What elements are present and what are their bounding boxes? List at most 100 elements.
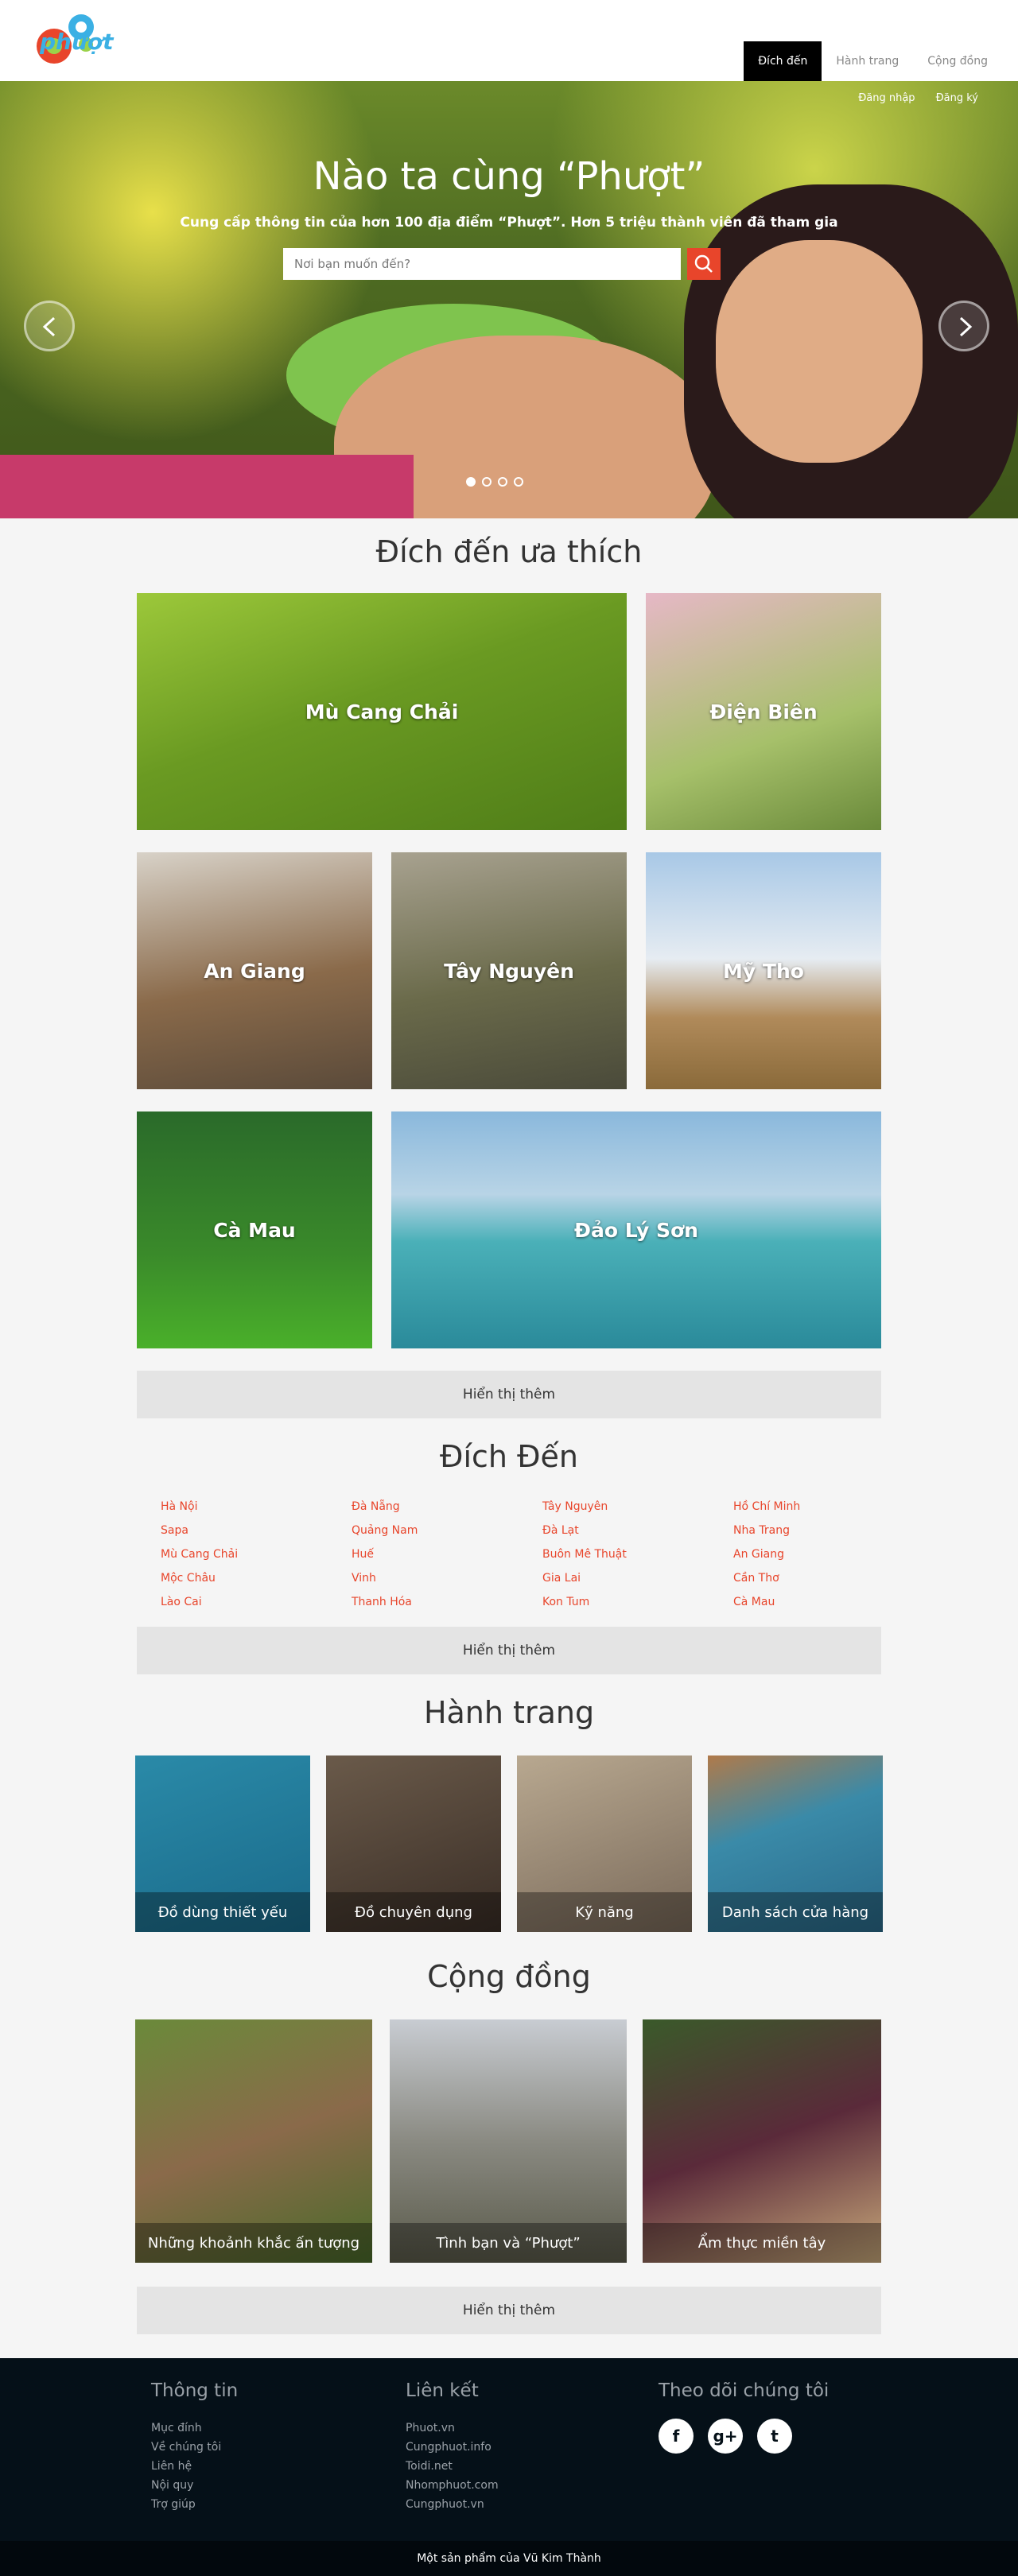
tile-label: Điện Biên (709, 700, 818, 724)
tile-label: An Giang (204, 959, 305, 983)
tile-caption: Tình bạn và “Phượt” (390, 2223, 627, 2263)
tile-an-giang[interactable]: An Giang (137, 852, 372, 1089)
tile-essentials[interactable]: Đồ dùng thiết yếu (135, 1755, 310, 1932)
footer-link[interactable]: Toidi.net (406, 2457, 499, 2476)
search-icon (694, 254, 713, 273)
tile-skills[interactable]: Kỹ năng (517, 1755, 692, 1932)
tile-tay-nguyen[interactable]: Tây Nguyên (391, 852, 627, 1089)
footer-link[interactable]: Nhomphuot.com (406, 2476, 499, 2495)
twitter-icon[interactable]: t (757, 2419, 792, 2454)
carousel-prev-button[interactable] (24, 301, 75, 351)
destination-link[interactable]: Kon Tum (542, 1590, 627, 1614)
tile-my-tho[interactable]: Mỹ Tho (646, 852, 881, 1089)
tile-label: Tây Nguyên (444, 959, 574, 983)
destination-link[interactable]: Huế (352, 1542, 418, 1566)
destination-link[interactable]: Tây Nguyên (542, 1495, 627, 1519)
footer-links-title: Liên kết (406, 2380, 479, 2401)
tile-dien-bien[interactable]: Điện Biên (646, 593, 881, 830)
tile-caption: Những khoảnh khắc ấn tượng (135, 2223, 372, 2263)
destination-link[interactable]: Buôn Mê Thuật (542, 1542, 627, 1566)
login-link[interactable]: Đăng nhập (858, 92, 915, 104)
footer-link[interactable]: Về chúng tôi (151, 2438, 238, 2457)
footer-follow-title: Theo dõi chúng tôi (659, 2380, 830, 2401)
destination-link[interactable]: Hà Nội (161, 1495, 238, 1519)
tile-specialized-gear[interactable]: Đồ chuyên dụng (326, 1755, 501, 1932)
destination-link[interactable]: Đà Lạt (542, 1519, 627, 1542)
footer-link[interactable]: Cungphuot.info (406, 2438, 499, 2457)
gear-title: Hành trang (423, 1695, 595, 1730)
footer-credit: Một sản phẩm của Vũ Kim Thành (0, 2541, 1018, 2576)
tile-label: Cà Mau (213, 1218, 296, 1242)
destinations-show-more-button[interactable]: Hiển thị thêm (137, 1627, 881, 1674)
search-input[interactable] (283, 248, 681, 280)
nav-dich-den[interactable]: Đích đến (744, 41, 822, 81)
destination-link[interactable]: Thanh Hóa (352, 1590, 418, 1614)
footer-info-column: Thông tin Mục đính Về chúng tôi Liên hệ … (151, 2380, 238, 2514)
tile-friendship[interactable]: Tình bạn và “Phượt” (390, 2019, 627, 2263)
carousel-dot[interactable] (498, 477, 507, 487)
hero-title: Nào ta cùng “Phượt” (313, 154, 705, 199)
destination-link[interactable]: Lào Cai (161, 1590, 238, 1614)
favorites-show-more-button[interactable]: Hiển thị thêm (137, 1371, 881, 1418)
carousel-indicators (466, 477, 523, 487)
destinations-column: Đà Nẵng Quảng Nam Huế Vinh Thanh Hóa (352, 1495, 418, 1614)
register-link[interactable]: Đăng ký (936, 92, 978, 104)
carousel-dot[interactable] (466, 477, 476, 487)
search-button[interactable] (687, 248, 721, 280)
footer-link[interactable]: Cungphuot.vn (406, 2495, 499, 2514)
destination-link[interactable]: Cần Thơ (733, 1566, 800, 1590)
hero-subtitle: Cung cấp thông tin của hơn 100 địa điểm … (180, 215, 838, 231)
facebook-icon[interactable]: f (659, 2419, 694, 2454)
footer-follow-column: Theo dõi chúng tôi f g+ t (659, 2380, 829, 2454)
top-navbar: phượt Đích đến Hành trang Cộng đồng (0, 0, 1018, 81)
tile-moments[interactable]: Những khoảnh khắc ấn tượng (135, 2019, 372, 2263)
tile-ca-mau[interactable]: Cà Mau (137, 1111, 372, 1348)
tile-label: Đảo Lý Sơn (574, 1218, 698, 1242)
destination-link[interactable]: Quảng Nam (352, 1519, 418, 1542)
destination-link[interactable]: Hồ Chí Minh (733, 1495, 800, 1519)
footer-link[interactable]: Mục đính (151, 2419, 238, 2438)
community-title: Cộng đồng (427, 1959, 591, 1994)
destinations-title: Đích Đến (440, 1439, 578, 1474)
auth-links: Đăng nhập Đăng ký (858, 92, 978, 104)
destination-link[interactable]: Cà Mau (733, 1590, 800, 1614)
social-links: f g+ t (659, 2419, 829, 2454)
carousel-dot[interactable] (514, 477, 523, 487)
carousel-dot[interactable] (482, 477, 492, 487)
footer-links-column: Liên kết Phuot.vn Cungphuot.info Toidi.n… (406, 2380, 499, 2514)
destination-link[interactable]: Vinh (352, 1566, 418, 1590)
tile-caption: Ẩm thực miền tây (643, 2223, 881, 2263)
chevron-right-icon (959, 316, 973, 337)
nav-cong-dong[interactable]: Cộng đồng (913, 41, 1002, 81)
footer-link[interactable]: Trợ giúp (151, 2495, 238, 2514)
hero-image-cloth (0, 455, 414, 518)
destinations-column: Hà Nội Sapa Mù Cang Chải Mộc Châu Lào Ca… (161, 1495, 238, 1614)
destinations-column: Tây Nguyên Đà Lạt Buôn Mê Thuật Gia Lai … (542, 1495, 627, 1614)
carousel-next-button[interactable] (938, 301, 989, 351)
community-show-more-button[interactable]: Hiển thị thêm (137, 2287, 881, 2334)
destination-link[interactable]: Sapa (161, 1519, 238, 1542)
logo-text: phượt (40, 29, 114, 55)
main-nav: Đích đến Hành trang Cộng đồng (744, 41, 1002, 81)
destinations-column: Hồ Chí Minh Nha Trang An Giang Cần Thơ C… (733, 1495, 800, 1614)
destination-link[interactable]: Gia Lai (542, 1566, 627, 1590)
destination-link[interactable]: An Giang (733, 1542, 800, 1566)
tile-mu-cang-chai[interactable]: Mù Cang Chải (137, 593, 627, 830)
tile-shop-list[interactable]: Danh sách cửa hàng (708, 1755, 883, 1932)
tile-caption: Kỹ năng (517, 1892, 692, 1932)
nav-hanh-trang[interactable]: Hành trang (822, 41, 913, 81)
destination-link[interactable]: Đà Nẵng (352, 1495, 418, 1519)
favorites-title: Đích đến ưa thích (375, 534, 643, 569)
footer-link[interactable]: Liên hệ (151, 2457, 238, 2476)
footer-link[interactable]: Phuot.vn (406, 2419, 499, 2438)
tile-western-cuisine[interactable]: Ẩm thực miền tây (643, 2019, 881, 2263)
footer-link[interactable]: Nội quy (151, 2476, 238, 2495)
tile-label: Mỹ Tho (723, 959, 804, 983)
destination-link[interactable]: Mộc Châu (161, 1566, 238, 1590)
tile-dao-ly-son[interactable]: Đảo Lý Sơn (391, 1111, 881, 1348)
chevron-left-icon (42, 316, 56, 337)
hero-image-face-right (716, 240, 923, 463)
destination-link[interactable]: Mù Cang Chải (161, 1542, 238, 1566)
destination-link[interactable]: Nha Trang (733, 1519, 800, 1542)
google-plus-icon[interactable]: g+ (708, 2419, 743, 2454)
